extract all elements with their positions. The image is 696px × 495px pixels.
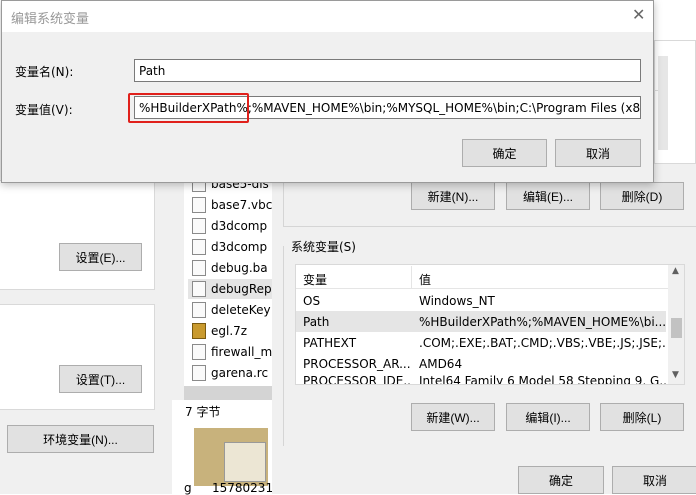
col-divider (411, 266, 412, 288)
thumbnail-label: 15780231. (212, 481, 277, 495)
dialog-title: 编辑系统变量 (11, 12, 90, 27)
file-icon (192, 281, 206, 297)
file-item[interactable]: deleteKey (192, 300, 271, 320)
file-item[interactable]: d3dcomp (192, 237, 267, 257)
scroll-down-icon[interactable]: ▼ (672, 370, 679, 380)
file-hscroll[interactable] (184, 386, 272, 400)
file-item[interactable]: firewall_m (192, 342, 272, 362)
table-row[interactable]: PROCESSOR_AR... AMD64 (296, 353, 666, 374)
settings-t-button[interactable]: 设置(T)... (59, 365, 142, 393)
file-item[interactable]: d3dcomp (192, 216, 267, 236)
file-item[interactable]: garena.rc (192, 363, 268, 383)
scroll-up-icon[interactable]: ▲ (672, 266, 679, 276)
col-header-val[interactable]: 值 (419, 271, 431, 288)
file-icon (192, 302, 206, 318)
thumbnail-prefix: g (184, 481, 192, 495)
col-header-var[interactable]: 变量 (303, 271, 327, 288)
value-rest-text: %MAVEN_HOME%\bin;%MYSQL_HOME%\bin;C:\Pro… (251, 100, 641, 115)
file-item[interactable]: egl.7z (192, 321, 247, 341)
file-icon (192, 218, 206, 234)
env-ok-button[interactable]: 确定 (518, 466, 604, 494)
table-row[interactable]: OS Windows_NT (296, 290, 666, 311)
variable-name-input[interactable] (134, 59, 641, 82)
settings-e-button[interactable]: 设置(E)... (59, 243, 142, 271)
thumbnail-inner (224, 442, 266, 482)
variable-value-label: 变量值(V): (15, 103, 73, 117)
table-row-selected[interactable]: Path %HBuilderXPath%;%MAVEN_HOME%\bi... (296, 311, 666, 332)
file-icon (192, 365, 206, 381)
file-icon (192, 239, 206, 255)
file-status: 7 字节 (185, 405, 221, 419)
file-icon (192, 197, 206, 213)
file-list-scroll (172, 150, 184, 400)
highlight-annotation-box (128, 93, 249, 123)
env-cancel-button[interactable]: 取消 (612, 466, 696, 494)
system-vars-groupbox (283, 246, 284, 446)
left-panel-startup (0, 304, 155, 410)
user-vars-groupbox-bottom (283, 226, 696, 227)
variable-name-label: 变量名(N): (15, 65, 74, 79)
env-vars-button[interactable]: 环境变量(N)... (7, 425, 154, 453)
file-icon (192, 260, 206, 276)
system-new-button[interactable]: 新建(W)... (411, 403, 495, 431)
system-edit-button[interactable]: 编辑(I)... (506, 403, 590, 431)
file-item[interactable]: base7.vbc (192, 195, 272, 215)
file-item[interactable]: debug.ba (192, 258, 268, 278)
user-edit-button[interactable]: 编辑(E)... (506, 182, 590, 210)
table-header (296, 265, 668, 289)
system-delete-button[interactable]: 删除(L) (600, 403, 684, 431)
close-icon[interactable]: ✕ (632, 5, 645, 24)
dialog-ok-button[interactable]: 确定 (462, 139, 547, 167)
user-vars-scroll (658, 56, 668, 150)
dialog-cancel-button[interactable]: 取消 (555, 139, 641, 167)
scroll-thumb[interactable] (671, 318, 682, 338)
left-panel-performance (0, 180, 155, 290)
table-row[interactable]: PATHEXT .COM;.EXE;.BAT;.CMD;.VBS;.VBE;.JS… (296, 332, 666, 353)
user-new-button[interactable]: 新建(N)... (411, 182, 495, 210)
table-row[interactable]: PROCESSOR_IDE... Intel64 Family 6 Model 5… (296, 374, 666, 384)
file-icon (192, 344, 206, 360)
user-delete-button[interactable]: 删除(D) (600, 182, 684, 210)
system-vars-label: 系统变量(S) (291, 240, 356, 254)
archive-icon (192, 323, 206, 339)
file-item-selected[interactable]: debugRep (188, 279, 272, 299)
dialog-titlebar (2, 1, 653, 32)
